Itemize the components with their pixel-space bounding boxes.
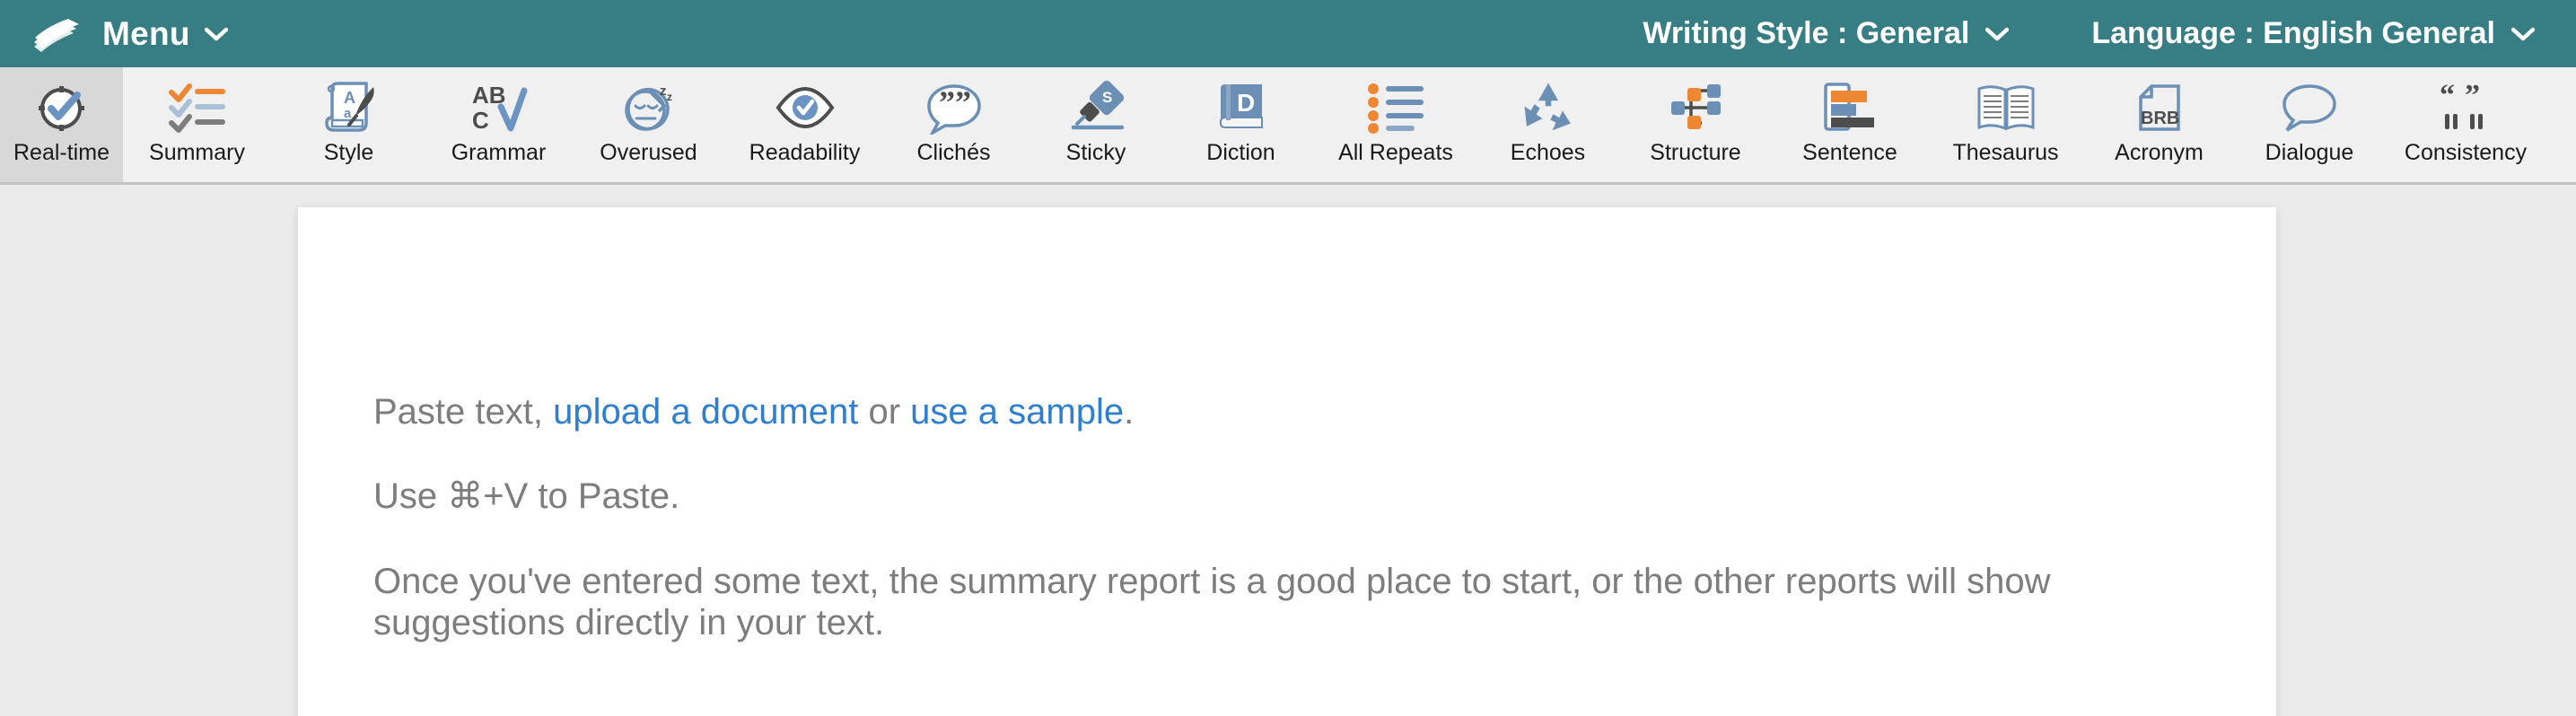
language-selector[interactable]: Language : English General [2091,16,2535,51]
sleepy-face-icon: z z [619,78,679,137]
highlighter-pen-icon: S [1066,78,1126,137]
tool-label: Consistency [2404,140,2528,165]
tool-label: Overused [600,140,697,165]
paste-text-suffix: . [1124,392,1135,432]
abc-check-icon: AB C [469,78,530,137]
node-graph-icon [1666,78,1725,137]
book-d-icon: D [1214,78,1269,137]
report-toolbar: Real-time Summary A a Style AB C Grammar… [0,67,2576,185]
svg-text:a: a [344,106,352,121]
tool-label: Summary [149,140,245,165]
document-panel[interactable]: Paste text, upload a document or use a s… [298,207,2276,716]
svg-text:S: S [1102,89,1112,106]
brb-page-icon: BRB [2132,78,2187,137]
bulleted-list-icon [1366,78,1425,137]
tool-overused[interactable]: z z Overused [571,67,726,182]
quote-marks-icon: “ ” [2436,78,2495,137]
tool-diction[interactable]: D Diction [1168,67,1314,182]
tool-thesaurus[interactable]: Thesaurus [1927,67,2084,182]
tool-cliches[interactable]: ” ” Clichés [883,67,1024,182]
upload-a-document-link[interactable]: upload a document [553,392,858,432]
chevron-down-icon [204,27,228,41]
brand [32,14,83,54]
tool-all-repeats[interactable]: All Repeats [1314,67,1477,182]
tool-more[interactable]: More [2546,67,2576,182]
writing-style-selector[interactable]: Writing Style : General [1643,16,2010,51]
svg-text:”: ” [955,84,971,120]
editor-canvas: Paste text, upload a document or use a s… [0,185,2576,716]
tool-label: Style [323,140,374,165]
header-right-controls: Writing Style : General Language : Engli… [1643,16,2535,51]
chevron-down-icon [2511,27,2535,41]
getting-started-paragraph: Once you've entered some text, the summa… [373,561,2051,643]
tool-label: Structure [1650,140,1741,165]
tool-label: Clichés [916,140,991,165]
use-a-sample-link[interactable]: use a sample [910,392,1124,432]
tool-readability[interactable]: Readability [726,67,883,182]
tool-grammar[interactable]: AB C Grammar [426,67,571,182]
tool-style[interactable]: A a Style [271,67,426,182]
svg-text:”: ” [2465,82,2480,112]
app-header: Menu Writing Style : General Language : … [0,0,2576,67]
tool-label: Diction [1206,140,1275,165]
chevron-down-icon [1985,27,2010,41]
tool-sticky[interactable]: S Sticky [1024,67,1168,182]
menu-label: Menu [102,14,190,52]
shortcut-hint-paragraph: Use ⌘+V to Paste. [373,476,680,517]
svg-text:“: “ [2440,82,2455,112]
svg-text:A: A [344,89,355,107]
svg-text:z: z [667,91,672,103]
tool-label: Thesaurus [1952,140,2059,165]
tool-label: Sticky [1065,140,1126,165]
tool-summary[interactable]: Summary [123,67,271,182]
clock-check-icon [34,78,90,137]
paste-instructions-paragraph: Paste text, upload a document or use a s… [373,391,2201,432]
svg-text:z: z [660,83,667,99]
tool-label: Sentence [1802,140,1897,165]
tool-label: Dialogue [2265,140,2354,165]
eye-check-icon [774,78,837,137]
recycle-icon [1520,78,1576,137]
quote-bubble-icon: ” ” [925,78,983,137]
svg-text:BRB: BRB [2141,109,2179,128]
tool-consistency[interactable]: “ ” Consistency [2385,67,2546,182]
speech-bubble-icon [2281,78,2338,137]
tool-sentence[interactable]: Sentence [1773,67,1927,182]
tool-acronym[interactable]: BRB Acronym [2084,67,2234,182]
tool-label: Echoes [1510,140,1586,165]
checklist-icon [168,78,227,137]
scroll-quill-icon: A a [320,78,379,137]
svg-text:D: D [1237,89,1255,117]
paste-text-middle: or [858,392,911,432]
menu-button[interactable]: Menu [102,15,228,53]
bar-chart-page-icon [1820,78,1879,137]
tool-structure[interactable]: Structure [1618,67,1773,182]
svg-text:”: ” [939,84,955,120]
tool-echoes[interactable]: Echoes [1477,67,1618,182]
tool-dialogue[interactable]: Dialogue [2234,67,2385,182]
language-label: Language : English General [2091,16,2495,50]
writing-style-label: Writing Style : General [1643,16,1970,50]
open-book-icon [1976,78,2037,137]
svg-text:C: C [472,107,489,134]
document-body[interactable]: Paste text, upload a document or use a s… [298,207,2276,644]
tool-real-time[interactable]: Real-time [0,67,123,182]
paste-text-prefix: Paste text, [373,392,554,432]
tool-label: Acronym [2115,140,2204,165]
tool-label: Readability [749,140,861,165]
tool-label: Grammar [451,140,547,165]
prowritingaid-book-logo-icon [32,14,83,54]
tool-label: Real-time [13,140,110,165]
tool-label: All Repeats [1338,140,1453,165]
